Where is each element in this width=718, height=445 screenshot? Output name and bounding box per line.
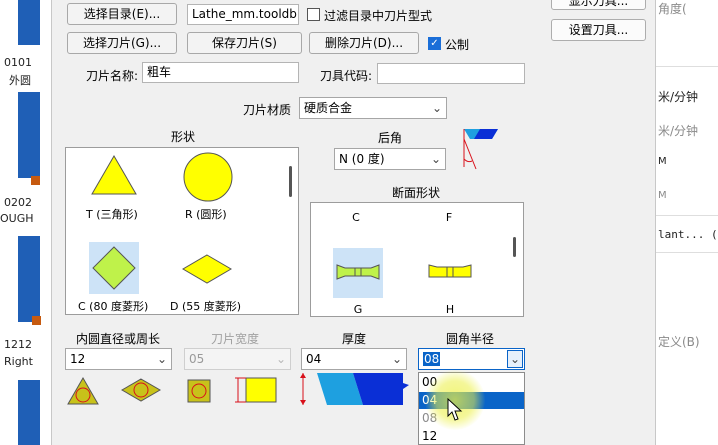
chevron-down-icon[interactable]: ⌄: [507, 350, 523, 368]
option-08[interactable]: 08: [419, 410, 524, 427]
right-text-coolant: lant... (*): [658, 228, 718, 241]
insert-name-label: 刀片名称:: [86, 69, 139, 83]
relief-select[interactable]: N (0 度) ⌄: [334, 148, 446, 170]
relief-angle-diagram: [463, 129, 498, 170]
ic-triangle-diagram: [67, 376, 99, 405]
right-text-speed: 米/分钟: [658, 90, 699, 104]
diamond-55-shape-icon[interactable]: [181, 253, 233, 285]
filter-label: 过滤目录中刀片型式: [324, 9, 433, 23]
tool-list-panel: 0101 外圆 0202 OUGH 1212 Right: [0, 0, 52, 445]
select-directory-button[interactable]: 选择目录(E)...: [67, 3, 177, 25]
save-insert-button[interactable]: 保存刀片(S): [187, 32, 302, 54]
section-caption: H: [445, 303, 455, 316]
tool-name: 外圆: [9, 74, 31, 87]
insert-name-field[interactable]: 粗车: [142, 62, 299, 83]
shape-title: 形状: [171, 130, 196, 144]
tool-code: 1212: [4, 338, 32, 351]
tool-thumbnail[interactable]: [18, 0, 40, 45]
chevron-down-icon: ⌄: [430, 152, 441, 166]
setup-tool-button[interactable]: 设置刀具...: [551, 19, 646, 41]
triangle-shape-icon[interactable]: [90, 154, 138, 196]
right-text-angle: 角度(: [658, 2, 687, 16]
divider: [656, 215, 718, 216]
width-select[interactable]: 05 ⌄: [184, 348, 291, 370]
select-insert-button[interactable]: 选择刀片(G)...: [67, 32, 177, 54]
cross-section-title: 断面形状: [392, 186, 441, 200]
ic-label: 内圆直径或周长: [76, 332, 161, 346]
cross-section-scrollbar[interactable]: [513, 237, 516, 257]
chevron-down-icon: ⌄: [391, 352, 402, 366]
width-rect-diagram: [235, 377, 277, 403]
ic-select[interactable]: 12 ⌄: [65, 348, 172, 370]
right-text-define: 定义(B): [658, 335, 700, 349]
tool-tip: [31, 176, 40, 185]
section-caption: C: [352, 211, 360, 224]
shape-caption: R (圆形): [185, 208, 227, 221]
corner-radius-select[interactable]: 08 ⌄: [418, 348, 525, 370]
width-value: 05: [189, 352, 205, 366]
chevron-down-icon: ⌄: [156, 352, 167, 366]
chevron-down-icon: ⌄: [275, 352, 286, 366]
section-caption: G: [353, 303, 363, 316]
option-04[interactable]: 04: [419, 392, 524, 409]
mouse-cursor-icon: [447, 398, 463, 421]
tool-thumbnail[interactable]: [18, 236, 40, 322]
tool-code: 0101: [4, 56, 32, 69]
material-select[interactable]: 硬质合金 ⌄: [299, 97, 447, 119]
metric-checkbox[interactable]: ✓: [428, 37, 441, 50]
tool-tip: [32, 316, 41, 325]
section-caption: F: [445, 211, 453, 224]
ic-value: 12: [70, 352, 86, 366]
relief-value: N (0 度): [339, 152, 385, 166]
main-window-background: 显示刀具... 角度( 米/分钟 米/分钟 M M lant... (*) 定义…: [655, 0, 718, 445]
round-shape-icon[interactable]: [182, 151, 234, 203]
material-label: 刀片材质: [243, 103, 292, 117]
width-square-diagram: [187, 379, 211, 403]
thickness-label: 厚度: [342, 332, 367, 346]
width-label: 刀片宽度: [211, 332, 260, 346]
corner-radius-label: 圆角半径: [446, 332, 495, 346]
tool-thumbnail[interactable]: [18, 380, 40, 445]
tool-code-label: 刀具代码:: [320, 69, 373, 83]
tool-code: 0202: [4, 196, 32, 209]
shape-caption: C (80 度菱形): [78, 300, 149, 313]
right-text-unit: M: [658, 156, 667, 167]
shape-caption: T (三角形): [86, 208, 138, 221]
right-text-speed: 米/分钟: [658, 124, 699, 138]
tool-thumbnail[interactable]: [18, 92, 40, 178]
shape-caption: D (55 度菱形): [170, 300, 242, 313]
directory-path-field[interactable]: Lathe_mm.tooldb: [187, 4, 299, 25]
diamond-80-shape-icon[interactable]: [91, 245, 137, 291]
right-text-unit: M: [658, 190, 667, 201]
divider: [656, 66, 718, 67]
thickness-value: 04: [306, 352, 322, 366]
corner-radius-value: 08: [423, 352, 441, 366]
relief-title: 后角: [378, 131, 403, 145]
section-g-icon[interactable]: [335, 262, 381, 282]
shape-scrollbar[interactable]: [289, 166, 292, 197]
divider: [656, 252, 718, 253]
filter-checkbox[interactable]: [307, 8, 320, 21]
tool-name: OUGH: [0, 212, 34, 225]
option-00[interactable]: 00: [419, 374, 524, 391]
delete-insert-button[interactable]: 删除刀片(D)...: [309, 32, 419, 54]
tool-code-field[interactable]: [377, 63, 525, 84]
material-value: 硬质合金: [304, 101, 353, 115]
corner-radius-options-list[interactable]: 00 04 08 12: [418, 372, 525, 445]
tool-name: Right: [4, 355, 33, 368]
metric-label: 公制: [445, 38, 470, 52]
chevron-down-icon: ⌄: [431, 101, 442, 115]
thickness-select[interactable]: 04 ⌄: [301, 348, 407, 370]
section-h-icon[interactable]: [427, 262, 473, 280]
ic-diamond-diagram: [121, 378, 161, 402]
thickness-diagram: [300, 373, 409, 405]
show-tool-button[interactable]: 显示刀具...: [551, 0, 646, 10]
option-12[interactable]: 12: [419, 428, 524, 445]
